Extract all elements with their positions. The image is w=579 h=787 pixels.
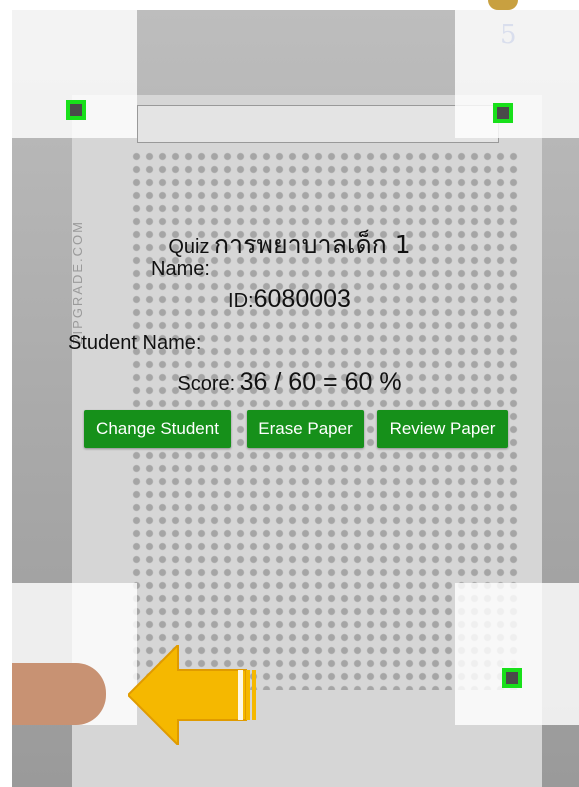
name-label: Name: — [151, 258, 210, 280]
erase-paper-button[interactable]: Erase Paper — [247, 410, 364, 448]
finger — [12, 663, 106, 725]
quiz-label: Quiz — [168, 236, 210, 258]
score-line: Score: 36 / 60 = 60 % — [0, 368, 579, 397]
score-value: 36 / 60 = 60 % — [239, 368, 402, 396]
id-value: 6080003 — [253, 285, 351, 313]
id-line: ID:6080003 — [0, 285, 579, 314]
id-label: ID: — [228, 290, 254, 312]
change-student-button[interactable]: Change Student — [84, 410, 231, 448]
quiz-title: การพยาบาลเด็ก 1 — [213, 230, 411, 259]
review-paper-button[interactable]: Review Paper — [377, 410, 508, 448]
quiz-line: Quiz การพยาบาลเด็ก 1 — [0, 225, 579, 265]
left-arrow-icon — [128, 645, 256, 745]
student-name-label: Student Name: — [68, 332, 202, 354]
score-label: Score: — [177, 373, 236, 395]
